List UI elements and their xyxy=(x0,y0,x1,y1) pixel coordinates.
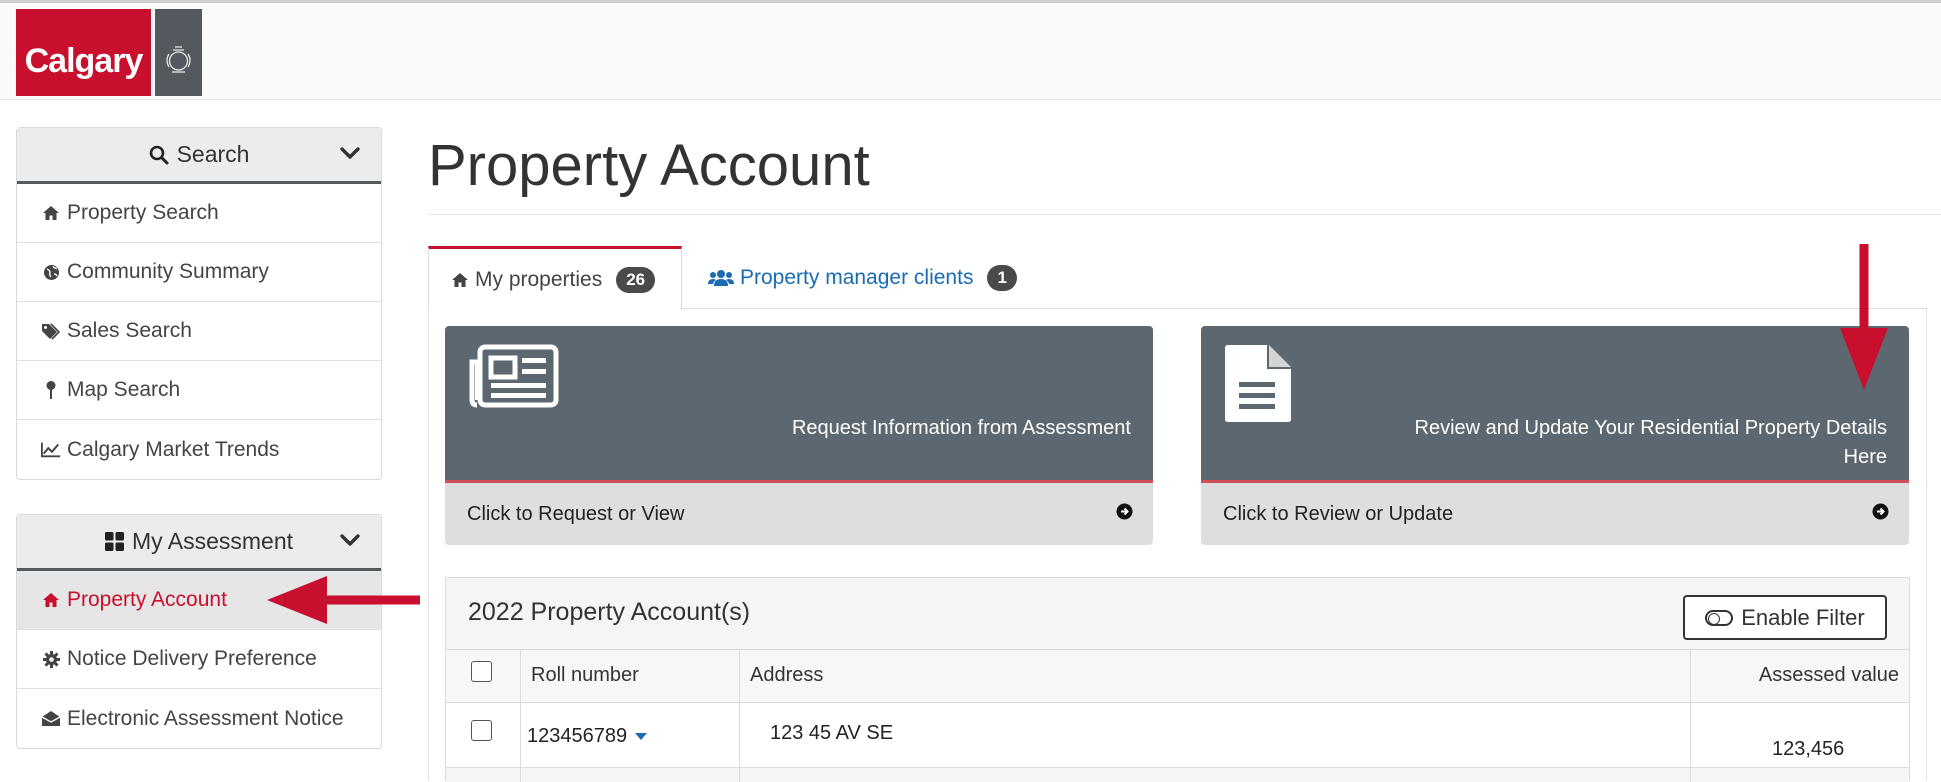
sidebar-item-notice-delivery-preference[interactable]: Notice Delivery Preference xyxy=(17,630,381,689)
tab-label: Property manager clients xyxy=(740,265,974,289)
card-action-label: Click to Request or View xyxy=(467,502,685,525)
tab-content-left-border xyxy=(428,308,429,781)
tab-my-properties[interactable]: My properties 26 xyxy=(428,246,682,310)
sidebar-item-label: Community Summary xyxy=(67,260,269,283)
arrow-circle-right-icon xyxy=(1116,503,1133,526)
card-footer[interactable]: Click to Review or Update xyxy=(1201,483,1909,545)
search-panel: Search Property Search Community Summary… xyxy=(16,127,382,480)
enable-filter-label: Enable Filter xyxy=(1741,604,1865,630)
gear-icon xyxy=(41,650,61,668)
sidebar-item-calgary-market-trends[interactable]: Calgary Market Trends xyxy=(17,420,381,479)
enable-filter-button[interactable]: Enable Filter xyxy=(1683,595,1887,640)
tags-icon xyxy=(41,322,61,340)
sidebar-item-community-summary[interactable]: Community Summary xyxy=(17,243,381,302)
assessed-value-cell: 123,456 xyxy=(1772,738,1845,760)
tab-label: My properties xyxy=(475,267,603,291)
property-accounts-title: 2022 Property Account(s) xyxy=(468,598,751,626)
caret-down-icon[interactable] xyxy=(635,733,648,741)
select-all-checkbox[interactable] xyxy=(471,661,492,682)
count-badge: 1 xyxy=(987,264,1017,291)
column-header-roll-number[interactable]: Roll number xyxy=(531,664,639,687)
sidebar-item-label: Calgary Market Trends xyxy=(67,437,280,461)
card-header: Request Information from Assessment xyxy=(445,326,1153,483)
roll-number-link[interactable]: 123456789 xyxy=(527,725,627,747)
column-divider xyxy=(520,649,521,782)
sidebar-item-label: Notice Delivery Preference xyxy=(67,647,317,670)
page-title: Property Account xyxy=(428,133,870,198)
envelope-open-icon xyxy=(41,710,61,727)
sidebar-item-label: Map Search xyxy=(67,378,181,401)
my-assessment-panel: My Assessment Property Account Notice De… xyxy=(16,514,382,749)
logo-text: Calgary xyxy=(24,42,144,80)
calgary-logo[interactable]: Calgary xyxy=(16,9,151,96)
card-header: Review and Update Your Residential Prope… xyxy=(1201,326,1909,483)
sidebar-item-label: Property Account xyxy=(67,588,227,611)
address-cell: 123 45 AV SE xyxy=(770,722,894,744)
home-icon xyxy=(41,205,61,221)
card-title: Review and Update Your Residential Prope… xyxy=(1414,417,1888,468)
review-update-property-card[interactable]: Review and Update Your Residential Prope… xyxy=(1201,326,1909,545)
card-action-label: Click to Review or Update xyxy=(1223,502,1454,525)
count-badge: 26 xyxy=(616,266,656,293)
sidebar-item-label: Electronic Assessment Notice xyxy=(67,706,344,730)
search-panel-header[interactable]: Search xyxy=(17,128,381,184)
property-accounts-panel: 2022 Property Account(s) Enable Filter R… xyxy=(445,577,1910,782)
search-icon xyxy=(149,145,169,165)
row-checkbox[interactable] xyxy=(471,720,492,741)
arrow-circle-right-icon xyxy=(1872,503,1889,526)
sidebar-item-label: Sales Search xyxy=(67,319,192,342)
crest-icon xyxy=(166,46,191,73)
tab-property-manager-clients[interactable]: Property manager clients 1 xyxy=(686,246,1026,309)
column-divider xyxy=(1690,649,1691,782)
coat-of-arms-logo xyxy=(155,9,202,96)
column-header-assessed-value[interactable]: Assessed value xyxy=(1759,664,1899,687)
document-icon xyxy=(1223,344,1293,429)
dashboard-icon xyxy=(104,532,124,551)
map-pin-icon xyxy=(41,380,61,400)
home-icon xyxy=(41,592,61,608)
toggle-off-icon xyxy=(1705,609,1734,626)
sidebar-item-label: Property Search xyxy=(67,201,219,224)
newspaper-icon xyxy=(467,344,559,413)
site-header xyxy=(0,3,1941,100)
home-icon xyxy=(451,272,469,288)
my-assessment-panel-header[interactable]: My Assessment xyxy=(17,515,381,571)
my-assessment-panel-title: My Assessment xyxy=(131,528,294,554)
line-chart-icon xyxy=(41,441,61,458)
tab-content-right-border xyxy=(1926,308,1927,781)
chevron-down-icon[interactable] xyxy=(339,142,361,170)
annotation-arrow-left-icon xyxy=(267,576,420,624)
card-footer[interactable]: Click to Request or View xyxy=(445,483,1153,545)
title-divider xyxy=(428,214,1941,215)
sidebar-item-electronic-assessment-notice[interactable]: Electronic Assessment Notice xyxy=(17,689,381,748)
sidebar-item-sales-search[interactable]: Sales Search xyxy=(17,302,381,361)
card-title: Request Information from Assessment xyxy=(791,417,1131,439)
search-panel-title: Search xyxy=(176,141,250,167)
globe-icon xyxy=(41,264,61,281)
chevron-down-icon[interactable] xyxy=(339,529,361,557)
column-header-address[interactable]: Address xyxy=(750,664,823,687)
column-divider xyxy=(739,649,740,782)
sidebar-item-map-search[interactable]: Map Search xyxy=(17,361,381,420)
roll-number-cell[interactable]: 123456789 xyxy=(527,725,648,748)
sidebar-item-property-search[interactable]: Property Search xyxy=(17,184,381,243)
request-information-card[interactable]: Request Information from Assessment Clic… xyxy=(445,326,1153,545)
annotation-arrow-down-icon xyxy=(1840,244,1888,390)
users-icon xyxy=(708,269,734,287)
